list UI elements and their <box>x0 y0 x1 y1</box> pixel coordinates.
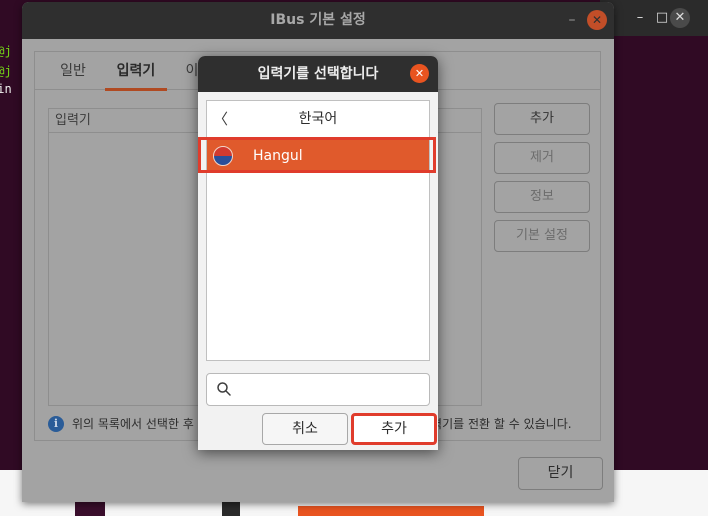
info-text-right: 입력기를 전환 할 수 있습니다. <box>420 417 572 431</box>
terminal-line: n@j <box>0 64 12 78</box>
terminal-line: n@j <box>0 44 12 58</box>
window-title: IBus 기본 설정 <box>270 12 366 28</box>
close-icon[interactable]: ✕ <box>670 8 690 28</box>
background-window-titlebar: – □ ✕ <box>600 0 708 36</box>
info-text-left: 위의 목록에서 선택한 후 키 <box>72 417 209 431</box>
search-input[interactable] <box>206 373 430 406</box>
maximize-icon[interactable]: □ <box>652 8 672 28</box>
dialog-titlebar: 입력기를 선택합니다 ✕ <box>198 56 438 92</box>
tab-general[interactable]: 일반 <box>55 52 91 90</box>
dialog-title: 입력기를 선택합니다 <box>257 66 379 82</box>
list-item-label: Hangul <box>253 148 303 164</box>
cancel-button[interactable]: 취소 <box>262 413 348 445</box>
close-icon[interactable]: ✕ <box>587 10 607 30</box>
terminal-line: hin <box>0 82 12 96</box>
background-accent-strip <box>298 506 484 516</box>
select-input-method-dialog: 입력기를 선택합니다 ✕ 한국어 〈 Hangul 취소 추가 <box>198 56 438 450</box>
about-button[interactable]: 정보 <box>494 181 590 213</box>
minimize-icon[interactable]: – <box>562 11 582 31</box>
close-window-button[interactable]: 닫기 <box>518 457 603 490</box>
minimize-icon[interactable]: – <box>630 8 650 28</box>
add-button[interactable]: 추가 <box>494 103 590 135</box>
tab-advanced[interactable]: 이 <box>185 52 199 90</box>
taegeuk-icon <box>213 146 233 166</box>
language-row[interactable]: 한국어 〈 <box>207 101 429 138</box>
preferences-button[interactable]: 기본 설정 <box>494 220 590 252</box>
tab-input-method[interactable]: 입력기 <box>105 52 167 91</box>
list-item-hangul[interactable]: Hangul <box>207 140 429 172</box>
window-titlebar: IBus 기본 설정 – ✕ <box>22 2 614 39</box>
remove-button[interactable]: 제거 <box>494 142 590 174</box>
chevron-left-icon[interactable]: 〈 <box>213 101 228 138</box>
add-button[interactable]: 추가 <box>351 413 437 445</box>
close-icon[interactable]: ✕ <box>410 64 429 83</box>
search-icon <box>217 382 231 396</box>
input-method-choice-list[interactable]: 한국어 〈 Hangul <box>206 100 430 361</box>
language-label: 한국어 <box>298 111 338 127</box>
info-icon: i <box>48 416 64 432</box>
